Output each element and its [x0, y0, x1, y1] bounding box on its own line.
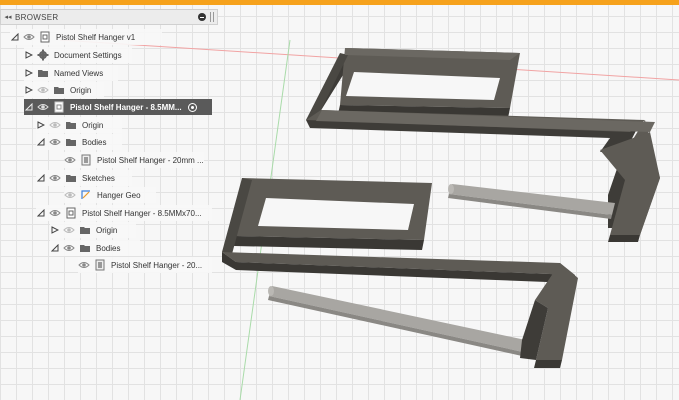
expand-triangle-icon[interactable] — [24, 102, 34, 112]
folder-icon — [38, 70, 48, 77]
tree-item-label: Origin — [70, 85, 92, 95]
browser-header[interactable]: ◂◂ BROWSER — [0, 9, 218, 25]
expand-triangle-icon[interactable] — [24, 68, 34, 78]
expand-triangle-icon[interactable] — [10, 32, 20, 42]
tree-item-label: Hanger Geo — [97, 190, 141, 200]
collapse-panel-icon[interactable]: ◂◂ — [1, 13, 15, 21]
tree-item-document-settings[interactable]: Document Settings — [24, 47, 132, 63]
component-icon — [66, 207, 76, 219]
tree-item-label: Named Views — [54, 68, 104, 78]
eye-icon[interactable] — [64, 190, 76, 200]
expand-triangle-icon[interactable] — [36, 173, 46, 183]
body-icon — [81, 154, 91, 166]
folder-icon — [80, 227, 90, 234]
gear-icon — [37, 49, 49, 61]
component-icon — [54, 101, 64, 113]
top-accent-bar — [0, 0, 679, 5]
eye-icon[interactable] — [49, 208, 61, 218]
eye-icon[interactable] — [78, 260, 90, 270]
document-icon — [40, 31, 50, 43]
tree-item-label: Pistol Shelf Hanger - 8.5MM... — [70, 102, 182, 112]
eye-icon[interactable] — [49, 120, 61, 130]
eye-icon[interactable] — [37, 102, 49, 112]
folder-icon — [66, 122, 76, 129]
eye-icon[interactable] — [49, 137, 61, 147]
folder-icon — [66, 175, 76, 182]
tree-item-label: Sketches — [82, 173, 115, 183]
body-icon — [95, 259, 105, 271]
expand-triangle-icon[interactable] — [36, 208, 46, 218]
browser-title: BROWSER — [15, 12, 59, 22]
tree-item-label: Pistol Shelf Hanger - 8.5MMx70... — [82, 208, 202, 218]
eye-icon[interactable] — [64, 155, 76, 165]
sketch-icon — [81, 190, 90, 199]
eye-icon[interactable] — [63, 225, 75, 235]
grip-handle-icon[interactable] — [210, 12, 214, 22]
minimize-icon[interactable] — [198, 13, 206, 21]
eye-icon[interactable] — [37, 85, 49, 95]
tree-item-sketch[interactable]: Hanger Geo — [64, 187, 156, 203]
tree-item-sketches[interactable]: Sketches — [36, 170, 132, 186]
tree-item-label: Pistol Shelf Hanger v1 — [56, 32, 136, 42]
tree-item-label: Pistol Shelf Hanger - 20... — [111, 260, 203, 270]
tree-item-bodies[interactable]: Bodies — [50, 240, 140, 256]
expand-triangle-icon[interactable] — [24, 50, 34, 60]
tree-item-label: Bodies — [82, 137, 107, 147]
tree-item-origin[interactable]: Origin — [36, 117, 122, 133]
folder-icon — [54, 87, 64, 94]
eye-icon[interactable] — [23, 32, 35, 42]
eye-icon[interactable] — [63, 243, 75, 253]
tree-item-body[interactable]: Pistol Shelf Hanger - 20mm ... — [64, 152, 204, 168]
activate-radio-icon[interactable] — [187, 102, 197, 112]
tree-item-origin[interactable]: Origin — [50, 222, 136, 238]
rod-lower[interactable] — [268, 286, 535, 358]
rod-upper[interactable] — [448, 184, 615, 219]
tree-item-label: Bodies — [96, 243, 121, 253]
folder-icon — [66, 139, 76, 146]
expand-triangle-icon[interactable] — [36, 120, 46, 130]
tree-item-label: Origin — [82, 120, 104, 130]
expand-triangle-icon[interactable] — [36, 137, 46, 147]
tree-item-body[interactable]: Pistol Shelf Hanger - 20... — [78, 257, 212, 273]
tree-item-label: Pistol Shelf Hanger - 20mm ... — [97, 155, 204, 165]
tree-item-label: Document Settings — [54, 50, 122, 60]
tree-item-label: Origin — [96, 225, 118, 235]
expand-triangle-icon[interactable] — [24, 85, 34, 95]
tree-item-component-selected[interactable]: Pistol Shelf Hanger - 8.5MM... — [24, 99, 212, 115]
expand-triangle-icon[interactable] — [50, 225, 60, 235]
folder-icon — [80, 245, 90, 252]
tree-item-component[interactable]: Pistol Shelf Hanger - 8.5MMx70... — [36, 205, 212, 221]
tree-item-bodies[interactable]: Bodies — [36, 134, 122, 150]
tree-item-named-views[interactable]: Named Views — [24, 65, 118, 81]
tree-item-origin[interactable]: Origin — [24, 82, 104, 98]
eye-icon[interactable] — [49, 173, 61, 183]
tree-item-root[interactable]: Pistol Shelf Hanger v1 — [10, 29, 162, 45]
expand-triangle-icon[interactable] — [50, 243, 60, 253]
